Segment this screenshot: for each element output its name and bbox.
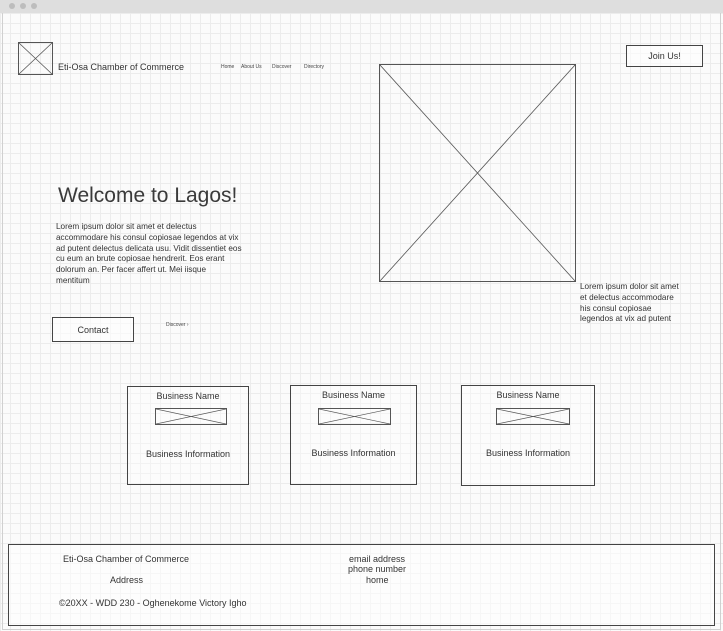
discover-link[interactable]: Discover ›: [166, 322, 189, 328]
nav-link-about-us[interactable]: About Us: [241, 64, 262, 70]
chevron-right-icon: ›: [186, 322, 189, 328]
window-close-dot[interactable]: [9, 3, 15, 9]
business-card[interactable]: Business Name Business Information: [127, 386, 249, 485]
business-card[interactable]: Business Name Business Information: [290, 385, 417, 485]
window-minimize-dot[interactable]: [20, 3, 26, 9]
business-image-placeholder: [496, 408, 570, 425]
hero-caption-line: his consul copiosae: [580, 303, 652, 313]
footer-org-name: Eti-Osa Chamber of Commerce: [63, 554, 190, 564]
hero-paragraph-line: Lorem ipsum dolor sit amet et delectus: [56, 222, 197, 231]
hero-paragraph-line: cu eum an brute copiosae hendrerit. Eos …: [56, 254, 225, 264]
business-name: Business Name: [496, 390, 560, 400]
business-information: Business Information: [311, 448, 396, 458]
nav-link-discover[interactable]: Discover: [272, 64, 291, 70]
hero-paragraph-line: dolorum an. Per facer affert ut. Mei iis…: [56, 265, 207, 275]
site-title: Eti-Osa Chamber of Commerce: [58, 62, 185, 72]
join-us-button[interactable]: Join Us!: [626, 45, 703, 67]
footer-address: Address: [110, 575, 144, 585]
business-image-placeholder: [155, 408, 227, 425]
discover-link-label: Discover: [166, 322, 186, 328]
footer-phone[interactable]: phone number: [348, 564, 406, 574]
contact-button[interactable]: Contact: [52, 317, 134, 342]
hero-paragraph: Lorem ipsum dolor sit amet et delectus a…: [56, 222, 242, 287]
business-information: Business Information: [485, 448, 571, 458]
business-name: Business Name: [321, 390, 386, 400]
logo-placeholder[interactable]: [18, 42, 53, 75]
business-information: Business Information: [145, 449, 231, 459]
window-titlebar: [0, 0, 723, 13]
hero-image-placeholder: [379, 64, 576, 282]
footer-email[interactable]: email address: [349, 554, 405, 564]
hero-caption-line: Lorem ipsum dolor sit amet: [580, 282, 679, 291]
wireframe-window: Eti-Osa Chamber of Commerce Home About U…: [0, 0, 723, 631]
footer-copyright: ©20XX - WDD 230 - Oghenekome Victory Igh…: [59, 598, 247, 608]
business-image-placeholder: [318, 408, 391, 425]
footer-home-link[interactable]: home: [366, 575, 389, 585]
business-card[interactable]: Business Name Business Information: [461, 385, 595, 486]
hero-paragraph-line: mentitum: [56, 275, 90, 285]
nav-link-directory[interactable]: Directory: [304, 64, 324, 70]
footer: Eti-Osa Chamber of Commerce Address ©20X…: [8, 544, 715, 626]
hero-paragraph-line: ad putent delectus delicata usu. Vidit d…: [56, 243, 242, 253]
window-maximize-dot[interactable]: [31, 3, 37, 9]
hero-caption-line: legendos at vix ad putent: [580, 314, 672, 324]
hero-paragraph-line: accommodare his consul copiosae legendos…: [56, 232, 239, 242]
nav-link-home[interactable]: Home: [221, 64, 234, 70]
business-name: Business Name: [156, 391, 220, 401]
hero-heading: Welcome to Lagos!: [58, 184, 238, 207]
hero-caption-line: et delectus accommodare: [580, 292, 674, 302]
hero-caption: Lorem ipsum dolor sit amet et delectus a…: [580, 282, 679, 325]
